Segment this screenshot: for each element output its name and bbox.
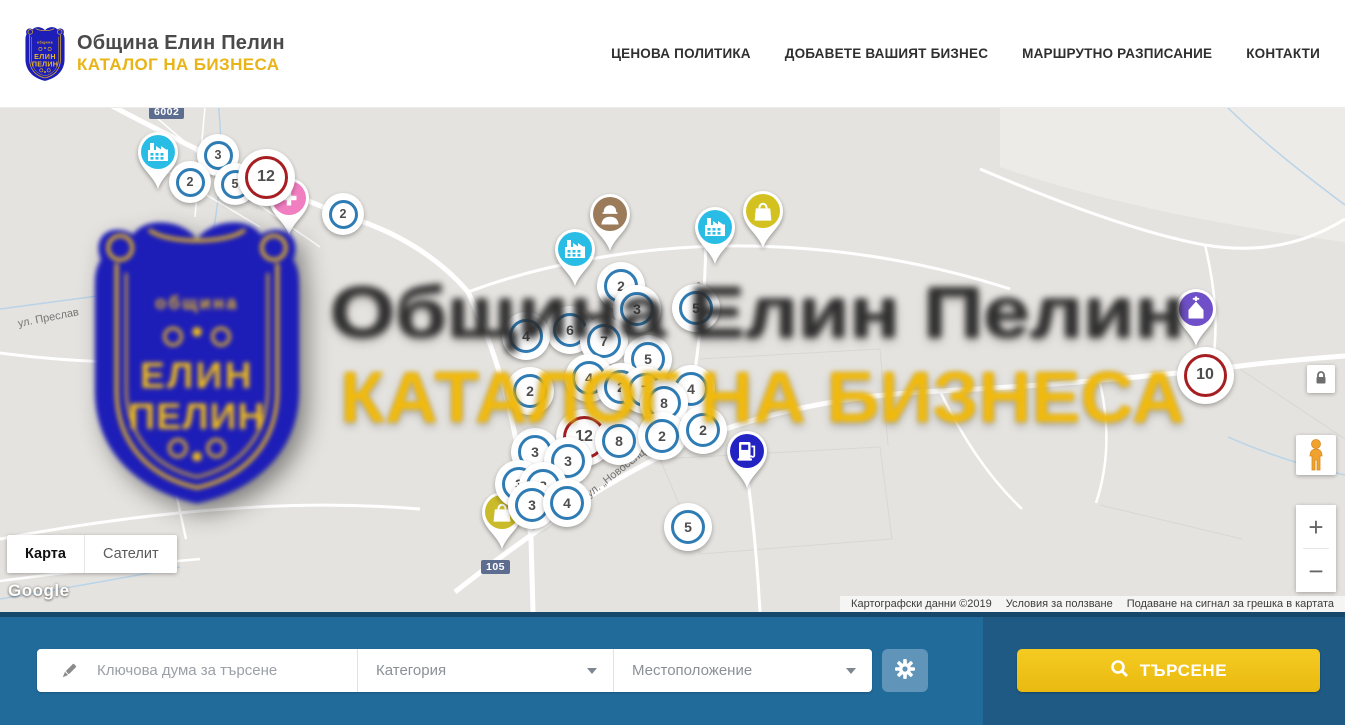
lock-icon	[1313, 370, 1329, 389]
svg-text:община: община	[37, 40, 53, 44]
site-title: Община Елин Пелин	[77, 32, 285, 55]
search-button-label: ТЪРСЕНЕ	[1140, 661, 1228, 681]
cluster-marker[interactable]: 2	[322, 193, 364, 235]
svg-text:ПЕЛИН: ПЕЛИН	[128, 395, 265, 437]
cluster-count: 7	[587, 324, 621, 358]
search-button[interactable]: ТЪРСЕНЕ	[1017, 649, 1320, 692]
svg-text:ЕЛИН: ЕЛИН	[34, 52, 56, 60]
chevron-down-icon	[846, 668, 856, 674]
pencil-icon	[59, 661, 79, 681]
cluster-marker[interactable]: 5	[664, 503, 712, 551]
road-badge: 6002	[149, 107, 184, 119]
map-attribution: Картографски данни ©2019 Условия за полз…	[840, 596, 1345, 612]
cluster-marker[interactable]: 4	[543, 479, 591, 527]
location-select[interactable]: Местоположение	[613, 649, 872, 692]
nav-contacts[interactable]: КОНТАКТИ	[1246, 46, 1320, 61]
zoom-out-button[interactable]: −	[1296, 549, 1336, 592]
report-error-link[interactable]: Подаване на сигнал за грешка в картата	[1120, 598, 1341, 610]
category-select-value: Категория	[376, 662, 446, 679]
google-map[interactable]: 6002105ул. Преславбул. „Новоселци“ци“	[0, 107, 1345, 612]
cluster-marker[interactable]: 2	[679, 406, 727, 454]
map-data-copyright: Картографски данни ©2019	[844, 598, 999, 610]
road-badge: 105	[481, 560, 510, 574]
map-type-satellite-button[interactable]: Сателит	[85, 535, 177, 573]
cluster-count: 8	[602, 424, 636, 458]
site-header: община ЕЛИН ПЕЛИН Община Елин Пелин КАТА…	[0, 0, 1345, 108]
cluster-count: 2	[513, 374, 547, 408]
cluster-marker[interactable]: 2	[169, 161, 211, 203]
cluster-count: 2	[686, 413, 720, 447]
cluster-marker[interactable]: 5	[672, 284, 720, 332]
main-nav: ЦЕНОВА ПОЛИТИКА ДОБАВЕТЕ ВАШИЯТ БИЗНЕС М…	[611, 46, 1320, 61]
category-select[interactable]: Категория	[357, 649, 613, 692]
advanced-search-button[interactable]	[882, 649, 928, 692]
cluster-count: 5	[671, 510, 705, 544]
cluster-count: 2	[176, 168, 205, 197]
nav-pricing-policy[interactable]: ЦЕНОВА ПОЛИТИКА	[611, 46, 751, 61]
map-type-control: Карта Сателит	[7, 535, 177, 573]
cluster-count: 2	[645, 419, 679, 453]
cluster-marker[interactable]: 8	[595, 417, 643, 465]
cluster-marker[interactable]: 12	[238, 149, 295, 206]
pegman-icon[interactable]	[1296, 435, 1336, 475]
pin-marker-fuel[interactable]	[720, 426, 774, 495]
cluster-count: 4	[550, 486, 584, 520]
google-logo[interactable]: Google	[8, 581, 70, 601]
app: община ЕЛИН ПЕЛИН Община Елин Пелин КАТА…	[0, 0, 1345, 725]
search-fields: Категория Местоположение	[37, 649, 872, 692]
cluster-count: 2	[329, 200, 358, 229]
svg-text:ЕЛИН: ЕЛИН	[140, 354, 254, 396]
pin-marker-factory[interactable]	[688, 202, 742, 271]
cluster-count: 3	[620, 292, 654, 326]
keyword-input[interactable]	[95, 661, 347, 680]
chevron-down-icon	[587, 668, 597, 674]
pin-marker-bag[interactable]	[736, 186, 790, 255]
municipality-crest-logo: община ЕЛИН ПЕЛИН	[22, 25, 68, 83]
watermark-crest: община ЕЛИН ПЕЛИН	[76, 213, 318, 513]
svg-text:ПЕЛИН: ПЕЛИН	[32, 60, 58, 68]
cluster-marker[interactable]: 10	[1177, 347, 1234, 404]
keyword-field[interactable]	[37, 649, 357, 692]
gear-icon	[893, 657, 917, 684]
map-type-map-button[interactable]: Карта	[7, 535, 85, 573]
search-icon	[1110, 659, 1129, 683]
terms-link[interactable]: Условия за ползване	[999, 598, 1120, 610]
search-action-panel: ТЪРСЕНЕ	[983, 617, 1345, 725]
site-subtitle: КАТАЛОГ НА БИЗНЕСА	[77, 55, 285, 75]
location-select-value: Местоположение	[632, 662, 752, 679]
cluster-count: 10	[1184, 354, 1227, 397]
nav-add-business[interactable]: ДОБАВЕТЕ ВАШИЯТ БИЗНЕС	[785, 46, 988, 61]
zoom-in-button[interactable]: +	[1296, 505, 1336, 548]
pin-marker-factory[interactable]	[548, 224, 602, 293]
street-view-lock-button[interactable]	[1307, 365, 1335, 393]
nav-route-schedule[interactable]: МАРШРУТНО РАЗПИСАНИЕ	[1022, 46, 1212, 61]
cluster-count: 4	[509, 319, 543, 353]
search-bar: ТЪРСЕНЕ Категория	[0, 612, 1345, 725]
zoom-control: + −	[1296, 505, 1336, 592]
cluster-marker[interactable]: 2	[506, 367, 554, 415]
cluster-marker[interactable]: 4	[502, 312, 550, 360]
cluster-count: 5	[679, 291, 713, 325]
pin-marker-church[interactable]	[1169, 284, 1223, 353]
cluster-count: 12	[245, 156, 288, 199]
svg-text:община: община	[155, 293, 239, 313]
brand-logo-link[interactable]: община ЕЛИН ПЕЛИН Община Елин Пелин КАТА…	[22, 25, 285, 83]
